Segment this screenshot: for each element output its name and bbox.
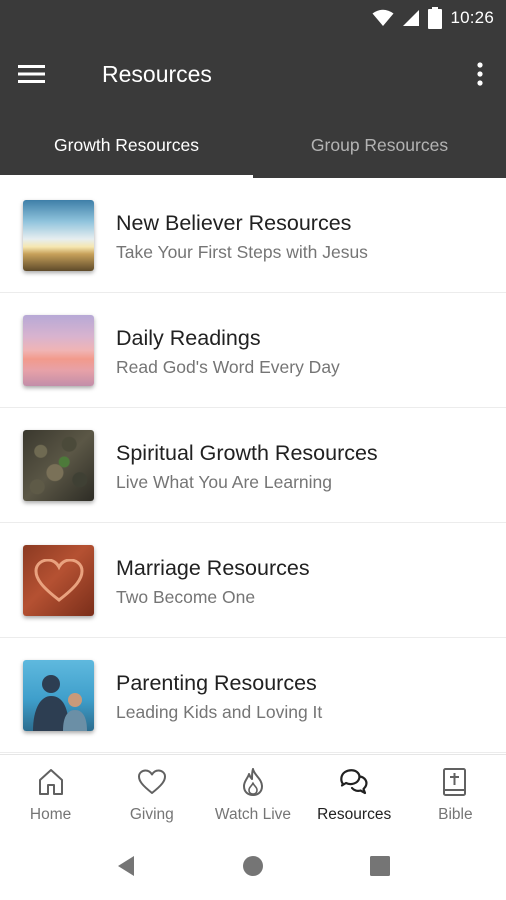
list-item-subtitle: Take Your First Steps with Jesus <box>116 242 368 262</box>
status-time: 10:26 <box>450 8 494 27</box>
system-navigation-bar <box>0 832 506 900</box>
more-vert-icon <box>477 62 483 86</box>
list-item-subtitle: Live What You Are Learning <box>116 472 332 492</box>
bottom-navigation: Home Giving Watch Live Resources Bible <box>0 754 506 832</box>
menu-button[interactable] <box>18 58 62 90</box>
tab-growth-resources[interactable]: Growth Resources <box>0 112 253 178</box>
tab-group-resources[interactable]: Group Resources <box>253 112 506 178</box>
list-item[interactable]: New Believer Resources Take Your First S… <box>0 178 506 293</box>
battery-icon <box>428 7 443 29</box>
nav-label: Resources <box>317 806 392 823</box>
hamburger-menu-icon <box>18 65 45 83</box>
nav-bible[interactable]: Bible <box>405 755 506 833</box>
bible-icon <box>440 767 470 797</box>
back-icon <box>118 856 134 876</box>
pink-sunset-image <box>23 315 94 386</box>
status-icons: 10:26 <box>372 6 494 30</box>
tab-bar: Growth Resources Group Resources <box>0 112 506 178</box>
nav-giving[interactable]: Giving <box>101 755 202 833</box>
system-home-button[interactable] <box>239 852 267 880</box>
signal-icon <box>403 10 420 26</box>
wifi-icon <box>372 9 394 26</box>
hands-heart-image <box>23 545 94 616</box>
sunrise-field-image <box>23 200 94 271</box>
list-item[interactable]: Daily Readings Read God's Word Every Day <box>0 293 506 408</box>
system-back-button[interactable] <box>112 852 140 880</box>
recents-icon <box>370 856 390 876</box>
nav-label: Home <box>29 806 72 823</box>
list-item-title: New Believer Resources <box>116 211 352 235</box>
nav-label: Giving <box>129 806 174 823</box>
heart-shape-icon <box>33 558 84 602</box>
list-item[interactable]: Parenting Resources Leading Kids and Lov… <box>0 638 506 753</box>
chat-bubbles-icon <box>339 767 369 797</box>
list-item-title: Daily Readings <box>116 326 261 350</box>
list-item-subtitle: Leading Kids and Loving It <box>116 702 323 722</box>
heart-icon <box>137 767 167 797</box>
parent-child-image <box>23 660 94 731</box>
nav-label: Watch Live <box>214 806 292 823</box>
list-item[interactable]: Spiritual Growth Resources Live What You… <box>0 408 506 523</box>
nav-resources[interactable]: Resources <box>304 755 405 833</box>
resource-list: New Believer Resources Take Your First S… <box>0 178 506 753</box>
nav-watch-live[interactable]: Watch Live <box>202 755 303 833</box>
list-item-title: Spiritual Growth Resources <box>116 441 378 465</box>
overflow-menu-button[interactable] <box>468 58 492 90</box>
people-silhouette-icon <box>33 675 87 731</box>
list-item[interactable]: Marriage Resources Two Become One <box>0 523 506 638</box>
nav-home[interactable]: Home <box>0 755 101 833</box>
list-item-subtitle: Two Become One <box>116 587 256 607</box>
home-circle-icon <box>243 856 263 876</box>
list-item-subtitle: Read God's Word Every Day <box>116 357 340 377</box>
nav-label: Bible <box>438 806 473 823</box>
list-item-title: Parenting Resources <box>116 671 317 695</box>
status-bar: 10:26 <box>0 0 506 36</box>
app-bar: Resources <box>0 36 506 112</box>
page-title: Resources <box>102 61 212 87</box>
system-recents-button[interactable] <box>366 852 394 880</box>
sprout-in-leaves-image <box>23 430 94 501</box>
home-icon <box>36 767 66 797</box>
flame-icon <box>238 767 268 797</box>
list-item-title: Marriage Resources <box>116 556 310 580</box>
